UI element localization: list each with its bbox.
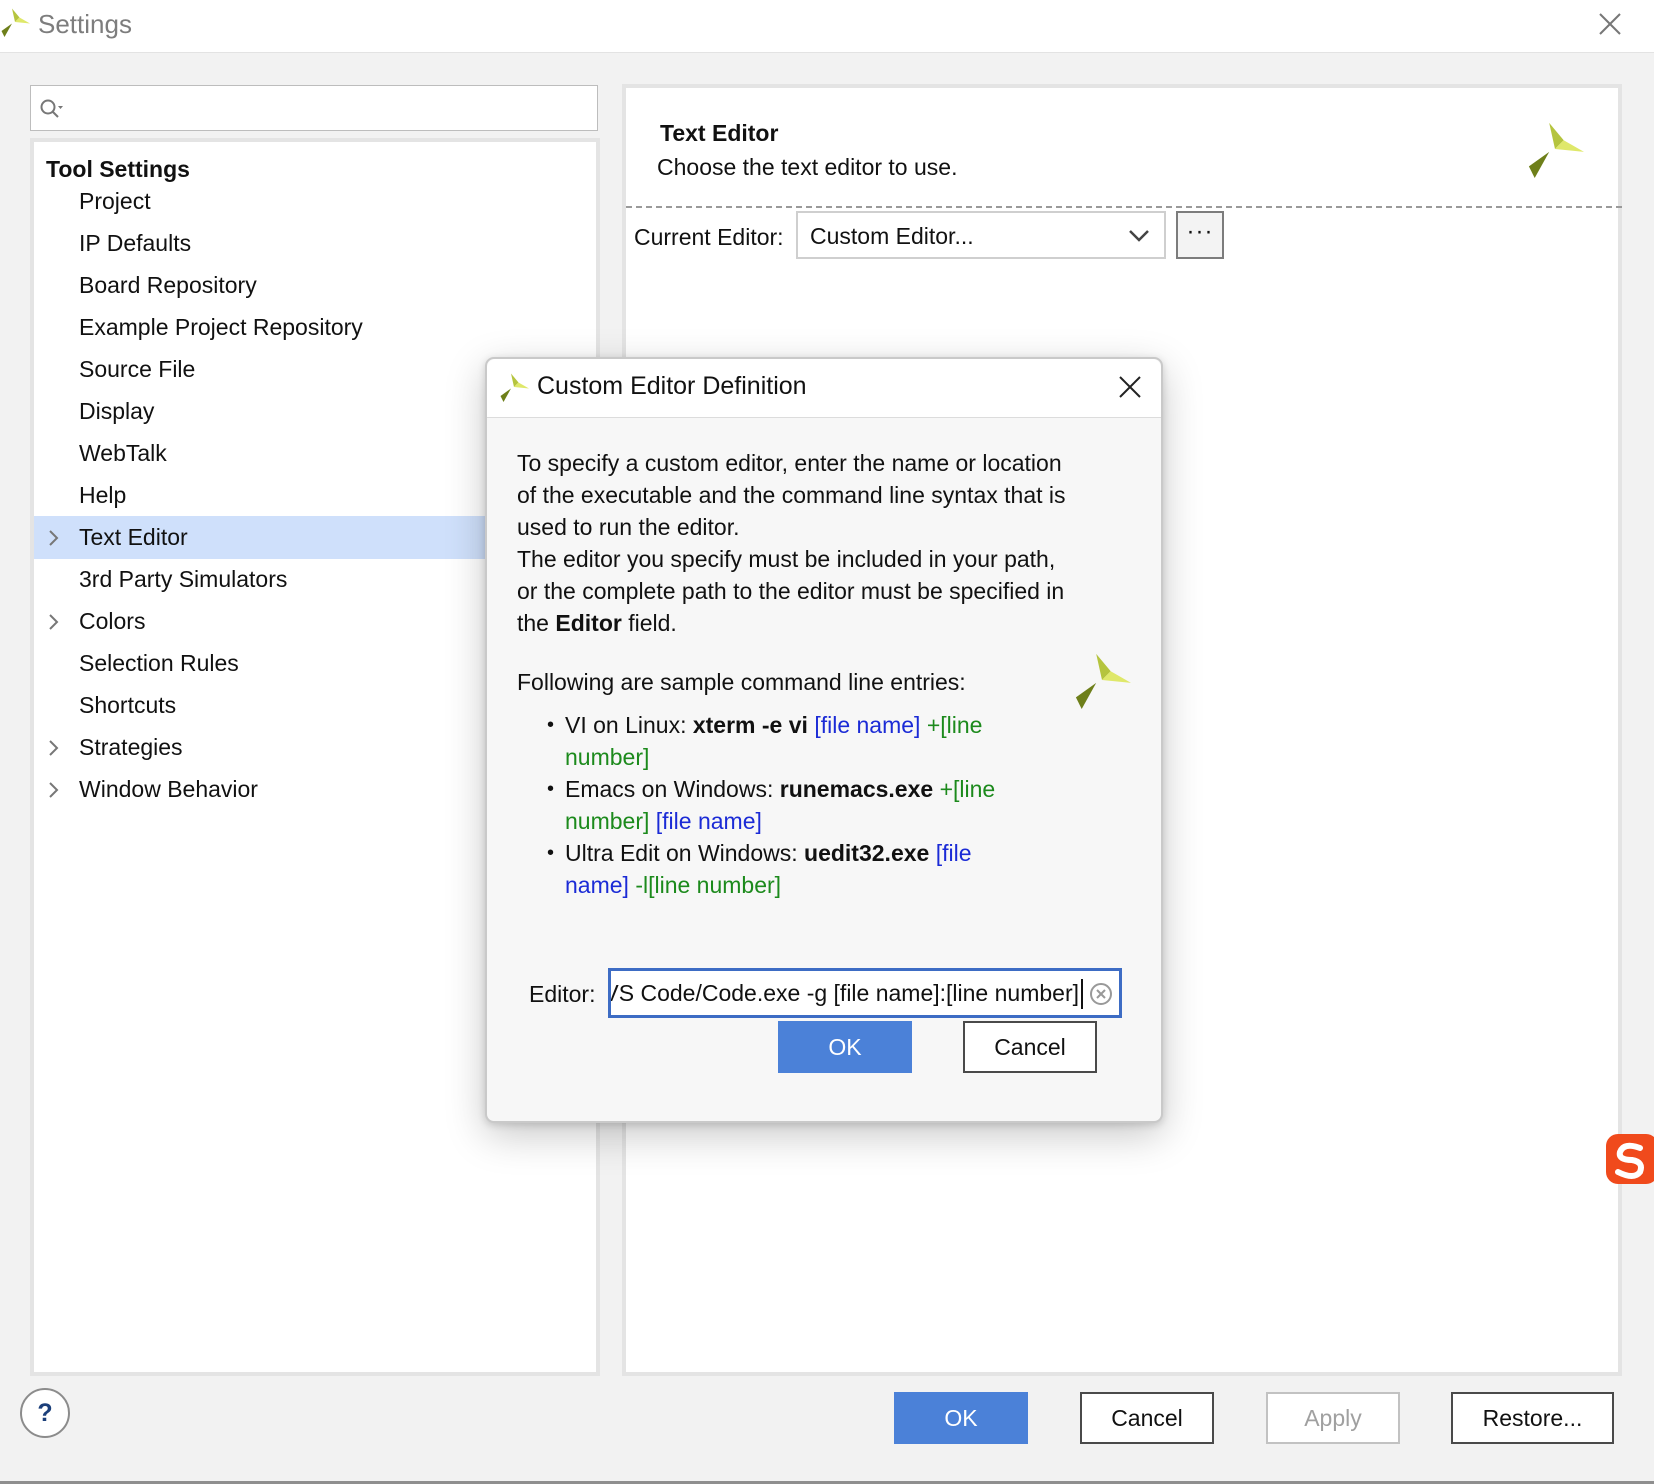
vivado-logo-icon [1,8,30,37]
chevron-right-icon[interactable] [48,613,60,631]
settings-search[interactable] [30,85,598,131]
sample-entries-heading: Following are sample command line entrie… [517,669,966,695]
window-title: Settings [38,9,132,39]
custom-editor-dialog: Custom Editor Definition To specify a cu… [485,357,1163,1123]
tree-item-label: Text Editor [79,524,188,550]
current-editor-select[interactable]: Custom Editor... [796,211,1166,259]
chevron-right-icon[interactable] [48,529,60,547]
tree-item-label: Help [79,482,127,508]
tree-item-project[interactable]: Project [34,180,596,223]
sample-entries-list: • VI on Linux: xterm -e vi [file name] +[… [547,709,1027,901]
tree-item-example-project-repository[interactable]: Example Project Repository [34,306,596,349]
close-icon[interactable] [1594,8,1626,40]
browse-editor-button[interactable]: ··· [1176,211,1224,259]
chevron-right-icon[interactable] [48,739,60,757]
sample-entry-vi: • VI on Linux: xterm -e vi [file name] +[… [547,712,983,770]
section-title: Text Editor [660,120,779,146]
tree-item-board-repository[interactable]: Board Repository [34,264,596,307]
clear-input-icon[interactable] [1089,982,1113,1006]
editor-field-reference: Editor [555,610,622,636]
title-bar: Settings [0,0,1654,53]
tree-item-label: Strategies [79,734,183,760]
current-editor-value: Custom Editor... [810,223,974,249]
close-icon[interactable] [1115,372,1145,402]
tree-item-label: Selection Rules [79,650,239,676]
dialog-header: Custom Editor Definition [487,359,1161,418]
text-caret [1081,979,1083,1009]
search-input[interactable] [67,90,591,128]
tree-item-label: Display [79,398,155,424]
chevron-down-icon [1129,230,1149,242]
sample-entry-ultraedit: • Ultra Edit on Windows: uedit32.exe [fil… [547,840,972,898]
ok-button[interactable]: OK [894,1392,1028,1444]
tree-item-label: 3rd Party Simulators [79,566,288,592]
tree-item-label: IP Defaults [79,230,192,256]
tree-item-label: Window Behavior [79,776,258,802]
apply-button[interactable]: Apply [1266,1392,1400,1444]
sample-entry-emacs: • Emacs on Windows: runemacs.exe +[line n… [547,776,996,834]
tree-item-label: Project [79,188,151,214]
tree-item-ip-defaults[interactable]: IP Defaults [34,222,596,265]
dialog-instructions: To specify a custom editor, enter the na… [517,447,1077,639]
vivado-logo-icon [1075,653,1131,709]
restore-button[interactable]: Restore... [1451,1392,1614,1444]
tree-item-label: WebTalk [79,440,167,466]
tree-item-label: Shortcuts [79,692,177,718]
sogou-ime-icon[interactable] [1604,1128,1654,1188]
instructions-paragraph-2: The editor you specify must be included … [517,546,1065,636]
tree-item-label: Source File [79,356,196,382]
instructions-paragraph-1: To specify a custom editor, enter the na… [517,450,1066,540]
tree-item-label: Board Repository [79,272,257,298]
editor-input[interactable]: Microsoft VS Code/Code.exe -g [file name… [608,968,1122,1018]
search-icon [40,99,63,118]
editor-input-value: Microsoft VS Code/Code.exe -g [file name… [611,980,1079,1006]
tree-root-tool-settings: Tool Settings [46,156,190,182]
dialog-cancel-button[interactable]: Cancel [963,1021,1097,1073]
cancel-button[interactable]: Cancel [1080,1392,1214,1444]
dialog-title: Custom Editor Definition [537,372,807,400]
chevron-right-icon[interactable] [48,781,60,799]
dialog-ok-button[interactable]: OK [778,1021,912,1073]
help-button[interactable]: ? [20,1388,70,1438]
current-editor-label: Current Editor: [634,224,784,250]
tree-item-label: Example Project Repository [79,314,363,340]
vivado-logo-icon [500,373,529,402]
editor-field-label: Editor: [529,981,596,1007]
tree-item-label: Colors [79,608,146,634]
section-description: Choose the text editor to use. [657,154,958,180]
section-divider [626,206,1622,208]
vivado-logo-icon [1528,122,1584,178]
